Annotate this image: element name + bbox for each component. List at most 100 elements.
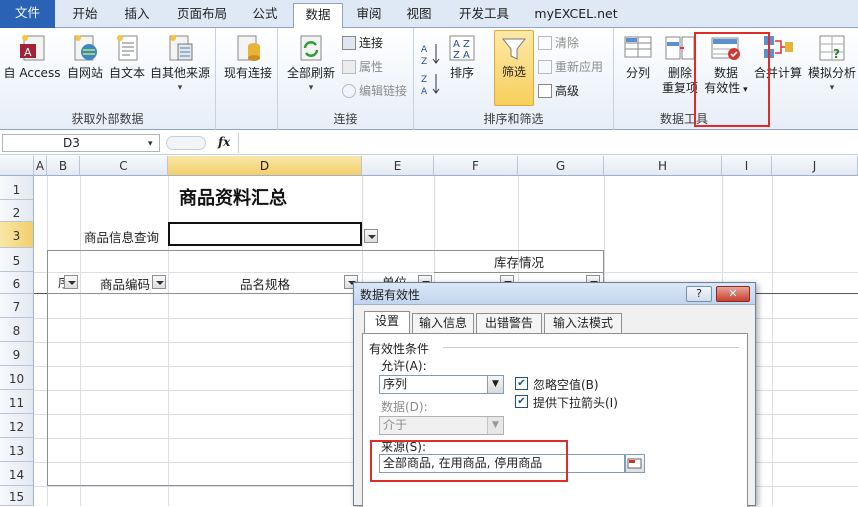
sheet-title: 商品资料汇总 — [179, 188, 287, 209]
group-label-sort-filter: 排序和筛选 — [483, 112, 544, 126]
column-header-B[interactable]: B — [47, 156, 80, 176]
highlight-data-validation — [694, 32, 770, 127]
ribbon-tab-bar: 文件 开始 插入 页面布局 公式 数据 审阅 视图 开发工具 myEXCEL.n… — [0, 0, 858, 29]
ignore-blank-checkbox[interactable]: ✔ — [515, 377, 528, 390]
ribbon-data: A 自 Access 自网站 自文本 自其他来源 ▾ 获取外部数据 现有连接 全… — [0, 28, 858, 130]
sort-descending-button[interactable]: ZA — [420, 72, 442, 100]
filter-arrow-seq[interactable] — [64, 275, 78, 289]
validation-criteria-heading: 有效性条件 — [369, 342, 430, 356]
row-header-14[interactable]: 14 — [0, 462, 34, 486]
chevron-down-icon: ▾ — [177, 83, 183, 93]
reapply-label: 重新应用 — [555, 60, 604, 74]
reapply-icon — [538, 60, 552, 74]
tab-myexcel[interactable]: myEXCEL.net — [528, 3, 624, 28]
refresh-all-button[interactable]: 全部刷新 ▾ — [282, 32, 340, 96]
column-header-E[interactable]: E — [362, 156, 434, 176]
tab-ime-mode[interactable]: 输入法模式 — [544, 313, 622, 333]
column-header-I[interactable]: I — [722, 156, 772, 176]
allow-select[interactable]: 序列 ▼ — [379, 375, 504, 394]
help-button[interactable]: ? — [686, 286, 712, 302]
row-header-6[interactable]: 6 — [0, 272, 34, 294]
text-to-columns-button[interactable]: 分列 — [620, 32, 656, 81]
tab-file[interactable]: 文件 — [0, 0, 55, 28]
cell-dropdown-arrow[interactable] — [364, 229, 378, 243]
tab-error-alert[interactable]: 出错警告 — [476, 313, 542, 333]
column-header-J[interactable]: J — [772, 156, 858, 176]
row-header-10[interactable]: 10 — [0, 366, 34, 390]
sort-label: 排序 — [449, 66, 474, 80]
tab-developer[interactable]: 开发工具 — [446, 3, 522, 28]
tab-settings[interactable]: 设置 — [364, 311, 410, 334]
from-text-button[interactable]: 自文本 — [106, 32, 148, 81]
formula-buttons — [166, 136, 206, 150]
column-header-F[interactable]: F — [434, 156, 518, 176]
existing-connections-button[interactable]: 现有连接 — [220, 32, 276, 81]
filter-button[interactable]: 筛选 — [494, 30, 534, 106]
dialog-titlebar[interactable]: 数据有效性 ? ✕ — [354, 283, 755, 305]
tab-input-message[interactable]: 输入信息 — [412, 313, 474, 333]
tab-formulas[interactable]: 公式 — [240, 3, 290, 28]
row-header-8[interactable]: 8 — [0, 318, 34, 342]
data-operator-value: 介于 — [383, 418, 408, 432]
row-header-9[interactable]: 9 — [0, 342, 34, 366]
from-other-sources-button[interactable]: 自其他来源 ▾ — [148, 32, 212, 96]
filter-arrow-code[interactable] — [152, 275, 166, 289]
clear-filter-button[interactable]: 清除 — [538, 34, 579, 52]
row-header-11[interactable]: 11 — [0, 390, 34, 414]
properties-button[interactable]: 属性 — [342, 58, 383, 76]
row-header-13[interactable]: 13 — [0, 438, 34, 462]
data-operator-select[interactable]: 介于 ▼ — [379, 416, 504, 435]
row-header-15[interactable]: 15 — [0, 486, 34, 506]
row-header-7[interactable]: 7 — [0, 294, 34, 318]
row-header-2[interactable]: 2 — [0, 200, 34, 222]
name-box[interactable]: D3 — [2, 134, 160, 152]
sort-ascending-button[interactable]: AZ — [420, 42, 442, 70]
cell-D3-selected[interactable] — [168, 222, 362, 246]
edit-links-button[interactable]: 编辑链接 — [342, 82, 407, 100]
from-text-label: 自文本 — [108, 66, 145, 80]
tab-page-layout[interactable]: 页面布局 — [166, 3, 238, 28]
connections-button[interactable]: 连接 — [342, 34, 383, 52]
row-header-12[interactable]: 12 — [0, 414, 34, 438]
row-header-3[interactable]: 3 — [0, 222, 34, 248]
svg-text:Z: Z — [421, 75, 427, 85]
from-web-button[interactable]: 自网站 — [64, 32, 106, 81]
tab-data[interactable]: 数据 — [293, 3, 343, 29]
row-header-5[interactable]: 5 — [0, 248, 34, 272]
column-header-A[interactable]: A — [34, 156, 47, 176]
reapply-button[interactable]: 重新应用 — [538, 58, 603, 76]
what-if-analysis-button[interactable]: ? 模拟分析 ▾ — [806, 32, 858, 96]
stock-subheader-divider — [434, 272, 604, 273]
fx-icon[interactable]: fx — [218, 135, 230, 149]
range-picker-button[interactable] — [625, 454, 645, 473]
chevron-down-icon[interactable]: ▼ — [487, 376, 503, 393]
refresh-icon — [300, 35, 322, 61]
properties-icon — [342, 60, 356, 74]
row-header-1[interactable]: 1 — [0, 176, 34, 200]
column-header-G[interactable]: G — [518, 156, 604, 176]
column-header-D[interactable]: D — [168, 156, 362, 176]
existing-connections-icon — [237, 35, 260, 61]
column-header-H[interactable]: H — [604, 156, 722, 176]
sort-button[interactable]: A ZZ A 排序 — [444, 32, 480, 81]
svg-text:Z: Z — [421, 57, 427, 66]
tab-view[interactable]: 视图 — [396, 3, 442, 28]
formula-input[interactable] — [238, 133, 856, 153]
what-if-icon: ? — [819, 35, 845, 61]
in-cell-dropdown-checkbox[interactable]: ✔ — [515, 395, 528, 408]
edit-links-label: 编辑链接 — [359, 84, 408, 98]
split-columns-icon — [624, 36, 652, 58]
tab-review[interactable]: 审阅 — [346, 3, 392, 28]
allow-label: 允许(A): — [381, 359, 427, 373]
chevron-down-icon[interactable]: ▾ — [148, 139, 153, 149]
advanced-filter-button[interactable]: 高级 — [538, 82, 579, 100]
close-button[interactable]: ✕ — [716, 286, 750, 302]
column-header-C[interactable]: C — [80, 156, 168, 176]
group-label-external: 获取外部数据 — [71, 112, 144, 126]
header-stock: 库存情况 — [494, 255, 545, 270]
select-all-corner[interactable] — [0, 156, 34, 176]
dialog-title: 数据有效性 — [360, 288, 421, 302]
tab-insert[interactable]: 插入 — [112, 3, 162, 28]
tab-home[interactable]: 开始 — [60, 3, 110, 28]
from-access-button[interactable]: A 自 Access — [2, 32, 62, 81]
